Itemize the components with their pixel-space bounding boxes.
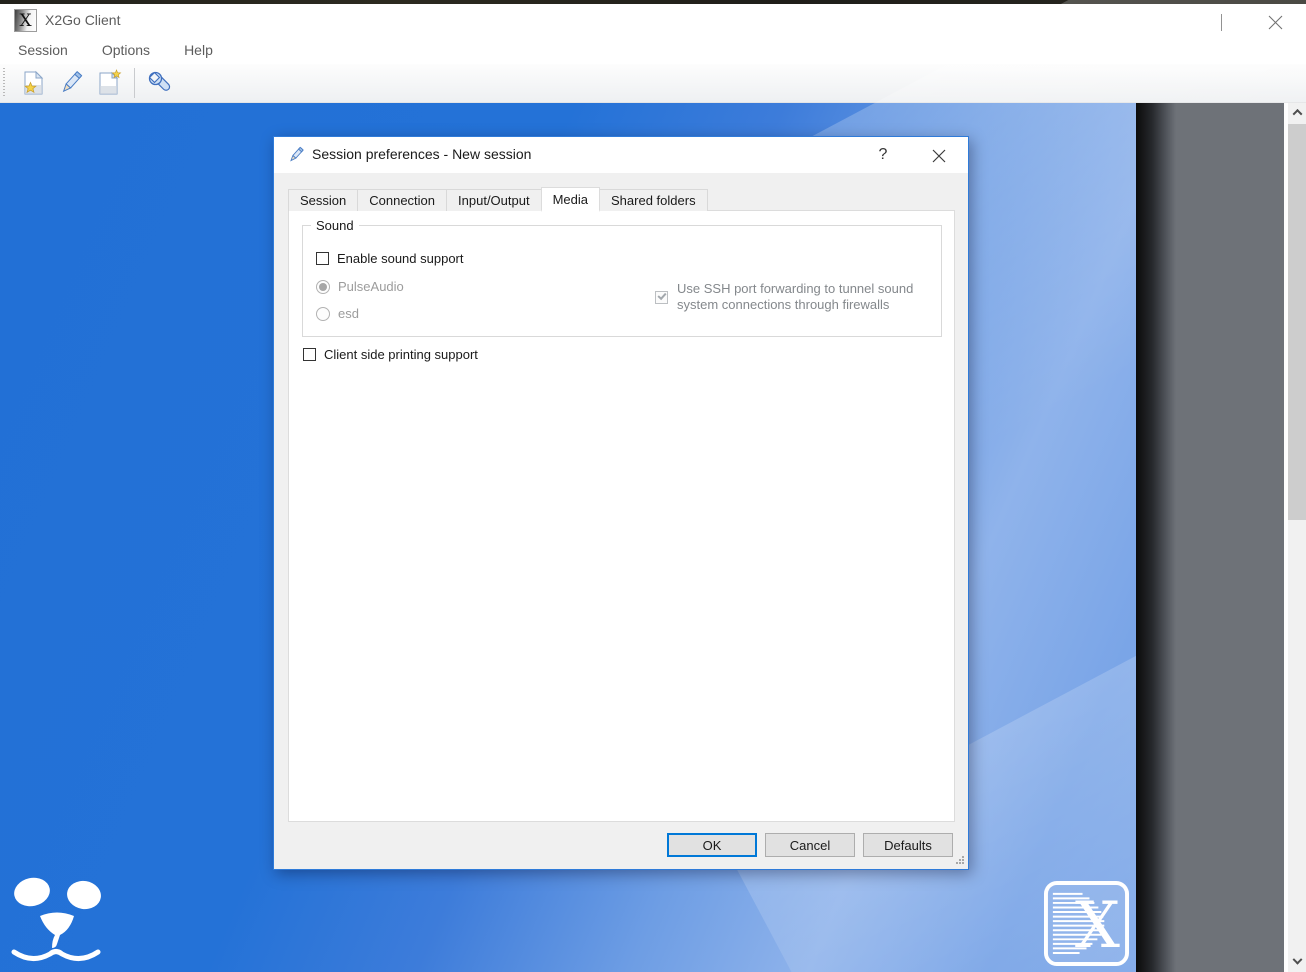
enable-sound-label: Enable sound support [337, 251, 463, 266]
client-printing-label: Client side printing support [324, 347, 478, 362]
edit-pencil-icon [57, 69, 85, 97]
cancel-button[interactable]: Cancel [765, 833, 855, 857]
menu-options[interactable]: Options [92, 39, 160, 61]
new-document-star-corner-icon [95, 69, 123, 97]
tab-session[interactable]: Session [288, 189, 358, 211]
dialog-help-button[interactable]: ? [866, 140, 900, 170]
pulseaudio-label: PulseAudio [338, 279, 404, 294]
chevron-down-icon [1292, 955, 1302, 965]
x2go-app-icon: X [14, 9, 37, 32]
edit-session-button[interactable] [53, 66, 89, 100]
client-printing-checkbox[interactable] [303, 348, 316, 361]
svg-text:X: X [1075, 888, 1120, 962]
ssh-tunnel-checkbox[interactable] [655, 291, 668, 304]
toolbar-separator [134, 68, 135, 98]
cat-face-logo [4, 868, 116, 964]
scrollbar-thumb[interactable] [1288, 124, 1306, 520]
dialog-tabbar: Session Connection Input/Output Media Sh… [288, 186, 707, 211]
esd-label: esd [338, 306, 359, 321]
session-preferences-dialog: Session preferences - New session ? Sess… [273, 136, 969, 870]
tab-connection[interactable]: Connection [357, 189, 447, 211]
sound-group-legend: Sound [311, 218, 359, 233]
tab-shared-folders[interactable]: Shared folders [599, 189, 708, 211]
dialog-title: Session preferences - New session [312, 146, 531, 162]
scroll-down-button[interactable] [1288, 953, 1306, 972]
chevron-up-icon [1292, 109, 1302, 119]
resize-grip[interactable] [954, 854, 965, 865]
x2go-x-logo: X [1043, 880, 1130, 967]
toolbar-drag-handle[interactable] [3, 68, 8, 98]
sound-groupbox: Sound Enable sound support PulseAudio es… [302, 225, 942, 337]
scroll-up-button[interactable] [1288, 103, 1306, 122]
media-tab-panel: Sound Enable sound support PulseAudio es… [288, 210, 955, 822]
pulseaudio-radio[interactable] [316, 280, 330, 294]
side-gray-panel [1176, 103, 1286, 972]
tab-media[interactable]: Media [541, 187, 600, 212]
new-folder-button[interactable] [91, 66, 127, 100]
window-title: X2Go Client [45, 12, 120, 28]
screen: X X2Go Client Session Options Help [0, 0, 1306, 972]
tab-input-output[interactable]: Input/Output [446, 189, 542, 211]
menu-help[interactable]: Help [174, 39, 223, 61]
pencil-icon [287, 146, 305, 164]
enable-sound-checkbox[interactable] [316, 252, 329, 265]
esd-radio[interactable] [316, 307, 330, 321]
new-session-button[interactable] [15, 66, 51, 100]
ssh-tunnel-label: Use SSH port forwarding to tunnel sound … [677, 281, 945, 313]
settings-wrench-icon [146, 69, 174, 97]
new-session-document-star-icon [19, 69, 47, 97]
dialog-titlebar: Session preferences - New session ? [274, 137, 968, 173]
background-dark-edge [1136, 103, 1176, 972]
ok-button[interactable]: OK [667, 833, 757, 857]
defaults-button[interactable]: Defaults [863, 833, 953, 857]
vertical-scrollbar[interactable] [1288, 103, 1306, 972]
dialog-close-icon[interactable] [922, 145, 956, 167]
settings-button[interactable] [142, 66, 178, 100]
dialog-button-row: OK Cancel Defaults [659, 833, 953, 857]
menu-session[interactable]: Session [8, 39, 78, 61]
